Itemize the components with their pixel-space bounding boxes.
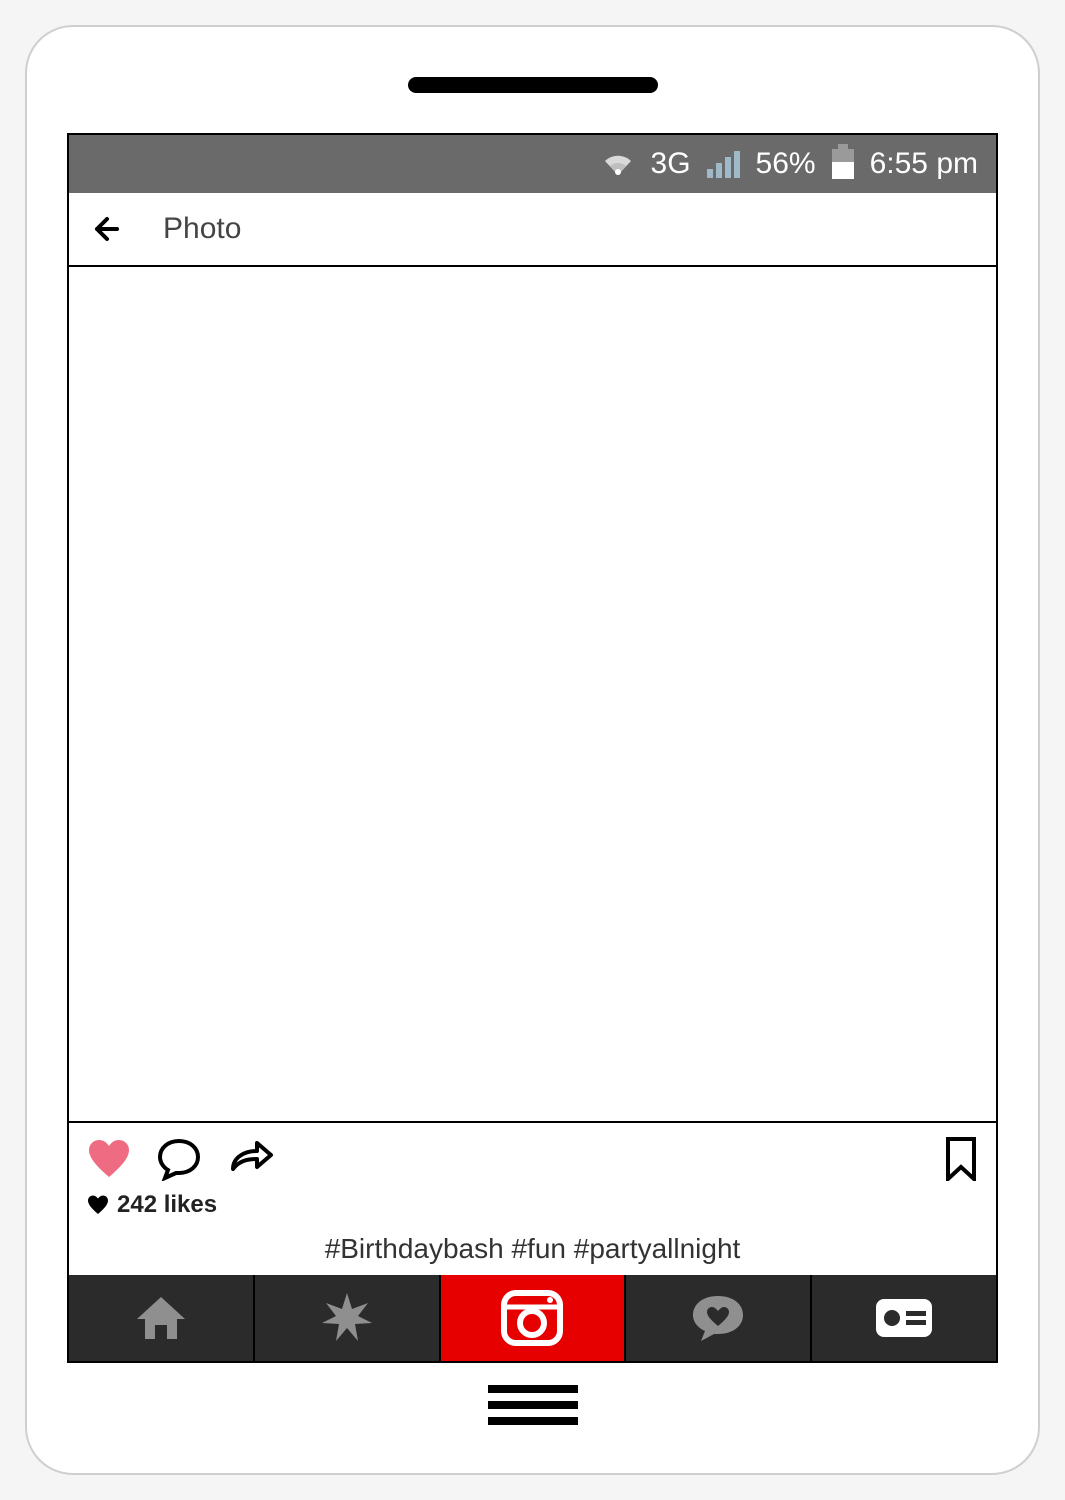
- back-arrow-icon[interactable]: [89, 209, 129, 249]
- page-title: Photo: [163, 212, 241, 246]
- wifi-icon: [601, 151, 635, 177]
- home-icon: [133, 1293, 189, 1343]
- bottom-nav: [69, 1275, 996, 1361]
- like-heart-icon[interactable]: [87, 1139, 131, 1179]
- signal-icon: [707, 151, 740, 178]
- status-bar: 3G 56% 6:55 pm: [69, 135, 996, 193]
- battery-icon: [832, 149, 854, 179]
- id-card-icon: [874, 1297, 934, 1339]
- heart-bubble-icon: [689, 1292, 747, 1344]
- nav-home[interactable]: [69, 1275, 255, 1361]
- screen: 3G 56% 6:55 pm Photo: [67, 133, 998, 1363]
- post-action-bar: [69, 1121, 996, 1185]
- post-caption: #Birthdaybash #fun #partyallnight: [69, 1229, 996, 1275]
- network-label: 3G: [651, 147, 691, 181]
- nav-activity[interactable]: [626, 1275, 812, 1361]
- bookmark-icon[interactable]: [944, 1137, 978, 1181]
- heart-small-icon: [87, 1195, 109, 1215]
- nav-profile[interactable]: [812, 1275, 996, 1361]
- tablet-device-frame: 3G 56% 6:55 pm Photo: [25, 25, 1040, 1475]
- comment-icon[interactable]: [157, 1137, 201, 1181]
- camera-icon: [500, 1289, 564, 1347]
- likes-count-row[interactable]: 242 likes: [69, 1185, 996, 1229]
- photo-content-area[interactable]: [69, 267, 996, 1121]
- share-icon[interactable]: [227, 1139, 275, 1179]
- clock-time: 6:55 pm: [870, 147, 978, 181]
- speaker-slot: [408, 77, 658, 93]
- nav-camera[interactable]: [441, 1275, 627, 1361]
- nav-explore[interactable]: [255, 1275, 441, 1361]
- hardware-home-button[interactable]: [488, 1385, 578, 1433]
- likes-text: 242 likes: [117, 1191, 217, 1219]
- battery-pct: 56%: [756, 147, 816, 181]
- star-burst-icon: [320, 1291, 374, 1345]
- page-header: Photo: [69, 193, 996, 267]
